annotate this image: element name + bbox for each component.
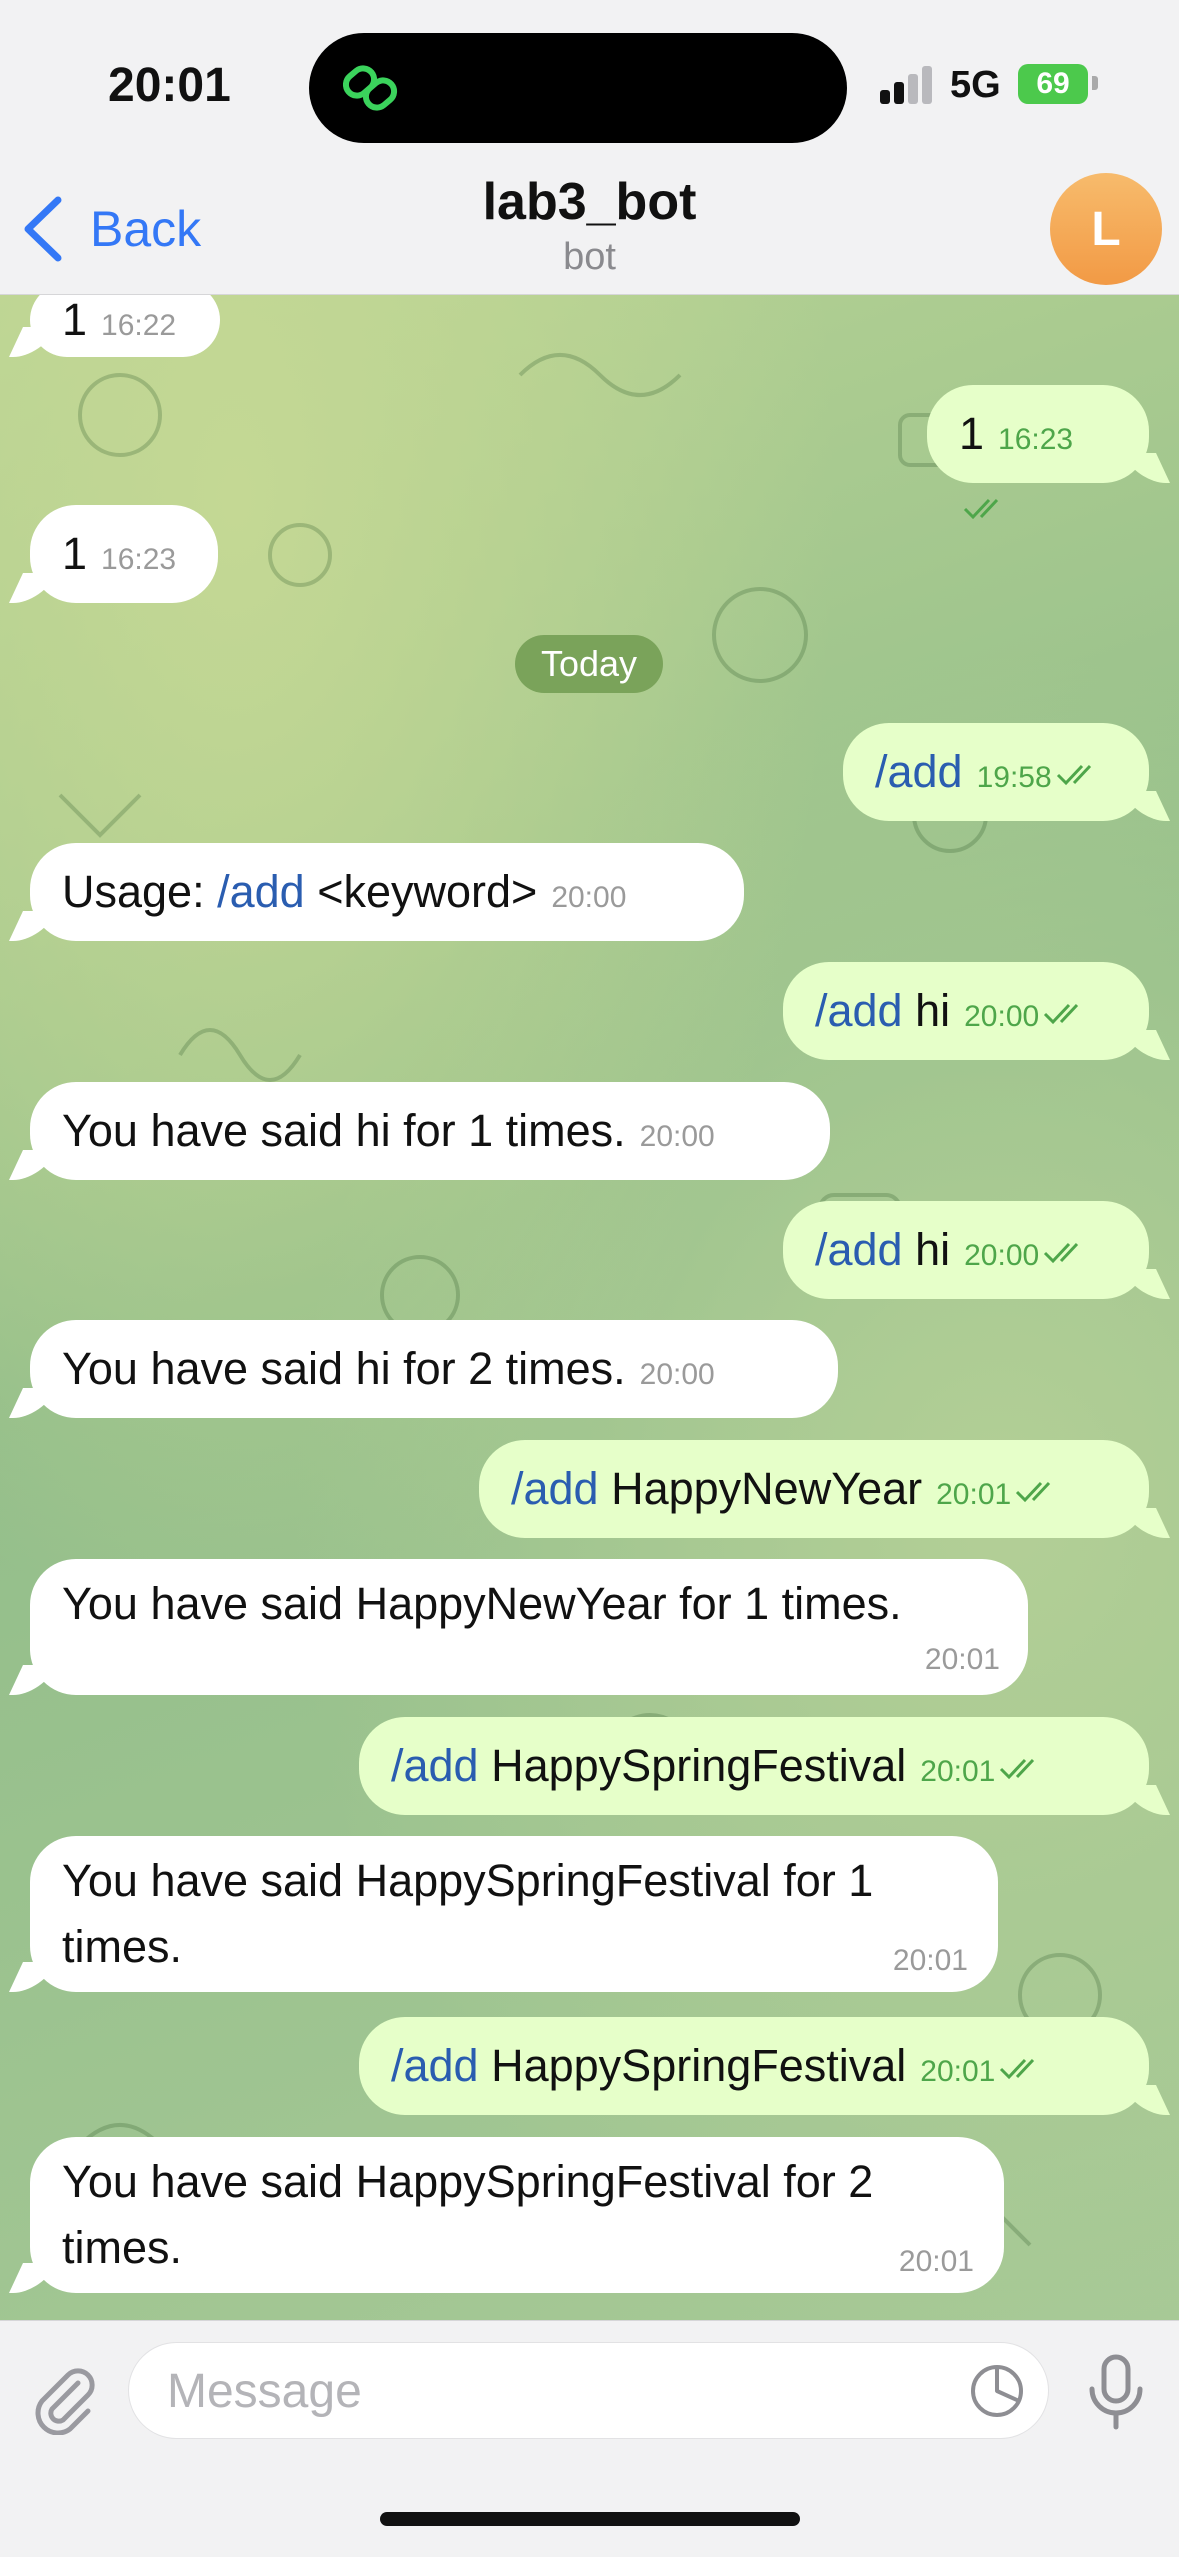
battery-icon: 69 xyxy=(1018,64,1088,104)
command-link[interactable]: /add xyxy=(391,2040,479,2091)
read-checkmarks-icon xyxy=(1044,1243,1079,1264)
command-link[interactable]: /add xyxy=(217,866,305,917)
avatar[interactable]: L xyxy=(1050,173,1162,285)
message-incoming[interactable]: You have said HappySpringFestival for 2 … xyxy=(30,2137,1004,2293)
paperclip-icon[interactable] xyxy=(28,2361,102,2435)
command-link[interactable]: /add xyxy=(815,1224,903,1275)
battery-level: 69 xyxy=(1036,67,1070,100)
message-text: You have said hi for 2 times. xyxy=(62,1343,626,1394)
home-indicator[interactable] xyxy=(380,2512,800,2526)
message-text: <keyword> xyxy=(304,866,538,917)
message-outgoing[interactable]: /add hi 20:00 xyxy=(783,1201,1149,1299)
message-text: You have said HappySpringFestival for 2 … xyxy=(62,2156,874,2273)
message-text: 1 xyxy=(62,295,88,345)
avatar-initial: L xyxy=(1091,202,1121,256)
command-link[interactable]: /add xyxy=(875,746,963,797)
command-link[interactable]: /add xyxy=(391,1740,479,1791)
message-text: 1 xyxy=(62,528,88,579)
message-incoming[interactable]: You have said HappySpringFestival for 1 … xyxy=(30,1836,998,1992)
message-time: 20:00 xyxy=(551,881,627,914)
message-incoming[interactable]: You have said HappyNewYear for 1 times. … xyxy=(30,1559,1028,1695)
sticker-icon[interactable] xyxy=(967,2361,1027,2421)
chat-subtitle: bot xyxy=(563,236,616,278)
command-link[interactable]: /add xyxy=(511,1463,599,1514)
message-time: 19:58 xyxy=(976,761,1052,794)
message-incoming[interactable]: Usage: /add <keyword> 20:00 xyxy=(30,843,744,941)
message-time: 16:23 xyxy=(101,543,177,576)
message-incoming[interactable]: You have said hi for 1 times. 20:00 xyxy=(30,1082,830,1180)
message-text: You have said HappyNewYear for 1 times. xyxy=(62,1578,902,1629)
link-app-icon xyxy=(342,65,398,111)
message-incoming[interactable]: 1 16:23 xyxy=(30,505,218,603)
message-time: 20:00 xyxy=(639,1358,715,1391)
read-checkmarks-icon xyxy=(1000,1759,1035,1780)
dynamic-island xyxy=(309,33,847,143)
read-checkmarks-icon xyxy=(1016,1482,1051,1503)
message-outgoing[interactable]: /add HappySpringFestival 20:01 xyxy=(359,1717,1149,1815)
read-checkmarks-icon xyxy=(1056,765,1091,786)
top-bar: 20:01 5G 69 Back lab3_bot bot L xyxy=(0,0,1179,295)
message-text: hi xyxy=(902,1224,951,1275)
message-time: 16:23 xyxy=(998,423,1074,456)
message-text: HappySpringFestival xyxy=(478,2040,907,2091)
message-time: 20:00 xyxy=(964,1000,1040,1033)
read-checkmarks-icon xyxy=(1000,2059,1035,2080)
command-link[interactable]: /add xyxy=(815,985,903,1036)
chat-title[interactable]: lab3_bot xyxy=(0,172,1179,232)
message-incoming[interactable]: You have said hi for 2 times. 20:00 xyxy=(30,1320,838,1418)
signal-icon xyxy=(880,60,940,104)
message-outgoing[interactable]: /add 19:58 xyxy=(843,723,1149,821)
message-text: HappyNewYear xyxy=(598,1463,923,1514)
message-time: 20:01 xyxy=(936,1478,1012,1511)
message-time: 20:01 xyxy=(892,1944,968,1977)
message-time: 20:00 xyxy=(639,1120,715,1153)
message-text: HappySpringFestival xyxy=(478,1740,907,1791)
message-text: 1 xyxy=(959,408,985,459)
network-type: 5G xyxy=(950,64,1001,106)
message-text: hi xyxy=(902,985,951,1036)
message-outgoing[interactable]: 1 16:23 xyxy=(927,385,1149,520)
message-outgoing[interactable]: /add HappyNewYear 20:01 xyxy=(479,1440,1149,1538)
message-prefix: Usage: xyxy=(62,866,218,917)
message-text: You have said hi for 1 times. xyxy=(62,1105,626,1156)
battery-cap xyxy=(1092,76,1098,90)
message-time: 20:01 xyxy=(924,1643,1000,1676)
date-separator: Today xyxy=(515,635,663,693)
message-incoming[interactable]: 1 16:22 xyxy=(30,295,220,357)
read-checkmarks-icon xyxy=(963,499,999,520)
message-time: 16:22 xyxy=(101,309,177,342)
microphone-icon[interactable] xyxy=(1082,2353,1150,2433)
message-input[interactable] xyxy=(165,2343,969,2440)
message-outgoing[interactable]: /add hi 20:00 xyxy=(783,962,1149,1060)
message-time: 20:01 xyxy=(898,2245,974,2278)
message-time: 20:01 xyxy=(920,2055,996,2088)
message-field[interactable] xyxy=(128,2342,1049,2440)
message-outgoing[interactable]: /add HappySpringFestival 20:01 xyxy=(359,2017,1149,2115)
chat-area[interactable]: 1 16:22 1 16:23 1 16:23 Today /add 19:58 Usa… xyxy=(0,295,1179,2320)
message-time: 20:01 xyxy=(920,1755,996,1788)
read-checkmarks-icon xyxy=(1044,1004,1079,1025)
message-text: You have said HappySpringFestival for 1 … xyxy=(62,1855,874,1972)
status-time: 20:01 xyxy=(108,59,231,112)
message-time: 20:00 xyxy=(964,1239,1040,1272)
